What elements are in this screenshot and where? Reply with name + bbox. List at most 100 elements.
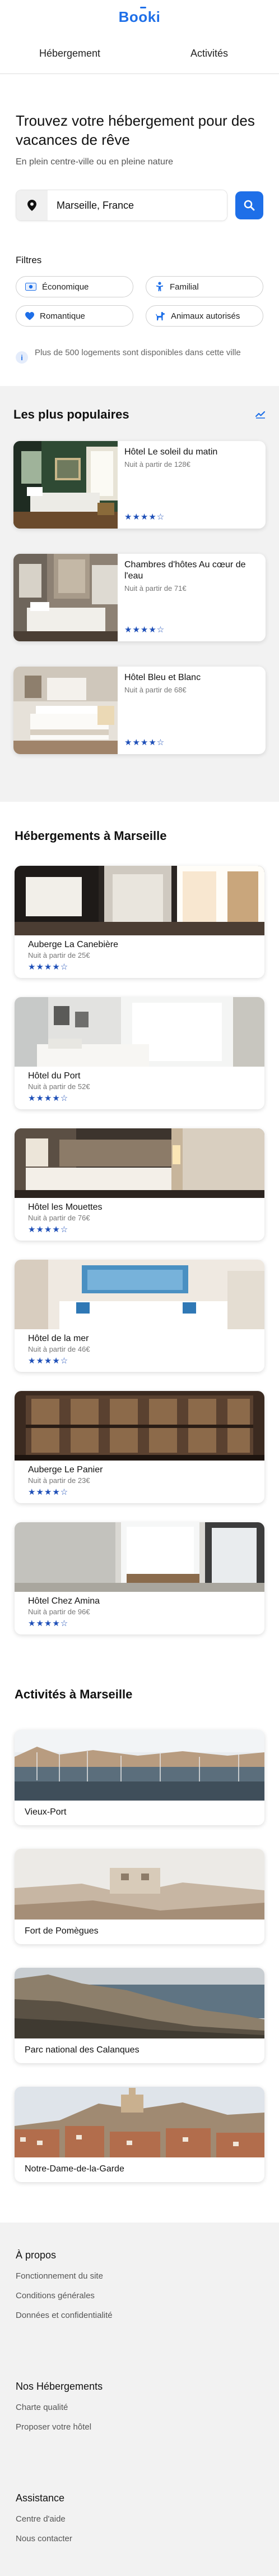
footer-link[interactable]: Données et confidentialité: [16, 2311, 263, 2320]
popular-list: Hôtel Le soleil du matin Nuit à partir d…: [13, 441, 266, 754]
location-pin-icon: [16, 190, 48, 221]
hotel-card[interactable]: Auberge La Canebière Nuit à partir de 25…: [15, 866, 264, 978]
popular-card[interactable]: Chambres d'hôtes Au cœur de l'eau Nuit à…: [13, 554, 266, 641]
tab-activites[interactable]: Activités: [140, 34, 279, 74]
filter-animaux[interactable]: Animaux autorisés: [146, 305, 263, 327]
info-icon: i: [16, 351, 28, 364]
hotel-card[interactable]: Auberge Le Panier Nuit à partir de 23€ ★…: [15, 1391, 264, 1503]
hotel-name: Auberge La Canebière: [28, 940, 119, 949]
filter-label: Animaux autorisés: [171, 311, 240, 321]
activity-photo: [15, 2087, 264, 2157]
search-bar: [16, 190, 263, 221]
hotel-card[interactable]: Hôtel de la mer Nuit à partir de 46€ ★★★…: [15, 1260, 264, 1372]
popular-section: Les plus populaires Hôtel Le soleil du m…: [0, 386, 279, 802]
hotel-price: Nuit à partir de 96€: [28, 1608, 90, 1616]
popular-info: Hôtel Bleu et Blanc Nuit à partir de 68€…: [118, 667, 266, 754]
footer-group-hebergements: Nos Hébergements Charte qualité Proposer…: [16, 2381, 263, 2432]
logo[interactable]: Booki: [119, 6, 161, 26]
activity-photo: [15, 1849, 264, 1920]
logo-bar: Booki: [0, 0, 279, 34]
filter-label: Romantique: [40, 311, 85, 321]
rating-stars: ★★★★☆: [28, 1356, 69, 1366]
activity-name: Fort de Pomègues: [25, 1926, 99, 1936]
hotel-price: Nuit à partir de 23€: [28, 1476, 90, 1485]
hotel-card[interactable]: Hôtel les Mouettes Nuit à partir de 76€ …: [15, 1128, 264, 1241]
info-text: Plus de 500 logements sont disponibles d…: [35, 348, 241, 357]
hotel-photo: [13, 554, 118, 641]
hotel-photo: [15, 1391, 264, 1461]
hotel-photo: [15, 1128, 264, 1198]
footer-link[interactable]: Fonctionnement du site: [16, 2271, 263, 2281]
popular-card[interactable]: Hôtel Le soleil du matin Nuit à partir d…: [13, 441, 266, 529]
hotel-photo: [15, 1522, 264, 1592]
search-section: Trouvez votre hébergement pour des vacan…: [0, 74, 279, 386]
site-footer: À propos Fonctionnement du site Conditio…: [0, 2223, 279, 2576]
search-icon: [244, 200, 255, 211]
hotel-name: Hôtel Bleu et Blanc: [124, 673, 201, 682]
chart-line-icon: [255, 411, 266, 419]
hotel-price: Nuit à partir de 46€: [28, 1345, 90, 1353]
filter-familial[interactable]: Familial: [146, 276, 263, 297]
activity-list: Vieux-Port Fort de Pomègues Parc nationa…: [15, 1730, 264, 2182]
hotel-info: Auberge Le Panier Nuit à partir de 23€ ★…: [15, 1461, 264, 1501]
footer-group-assistance: Assistance Centre d'aide Nous contacter: [16, 2492, 263, 2543]
popular-title: Les plus populaires: [13, 407, 129, 421]
rating-stars: ★★★★☆: [28, 1225, 69, 1234]
hotel-list: Auberge La Canebière Nuit à partir de 25…: [15, 866, 264, 1634]
activity-card[interactable]: Parc national des Calanques: [15, 1968, 264, 2063]
search-box: [16, 190, 227, 221]
activity-card[interactable]: Vieux-Port: [15, 1730, 264, 1825]
footer-link[interactable]: Centre d'aide: [16, 2514, 263, 2524]
footer-link[interactable]: Charte qualité: [16, 2403, 263, 2412]
hotel-name: Hôtel de la mer: [28, 1334, 89, 1343]
activity-photo: [15, 1968, 264, 2038]
filter-romantique[interactable]: Romantique: [16, 305, 133, 327]
footer-link[interactable]: Conditions générales: [16, 2291, 263, 2301]
page-title: Trouvez votre hébergement pour des vacan…: [16, 112, 255, 148]
tab-hebergement[interactable]: Hébergement: [0, 34, 140, 74]
filters: Économique Familial Romantique Animaux a…: [16, 276, 263, 327]
popular-card[interactable]: Hôtel Bleu et Blanc Nuit à partir de 68€…: [13, 667, 266, 754]
activity-card[interactable]: Fort de Pomègues: [15, 1849, 264, 1944]
money-icon: [25, 283, 36, 291]
hotel-name: Hôtel Le soleil du matin: [124, 447, 218, 457]
hotels-section: Hébergements à Marseille Auberge La Cane…: [0, 802, 279, 1670]
activities-title: Activités à Marseille: [15, 1687, 133, 1701]
popular-info: Hôtel Le soleil du matin Nuit à partir d…: [118, 441, 266, 529]
search-input[interactable]: [48, 190, 227, 221]
rating-stars: ★★★★☆: [28, 1619, 69, 1628]
hotel-photo: [13, 667, 118, 754]
heart-icon: [25, 311, 34, 320]
popular-header: Les plus populaires: [13, 407, 266, 422]
footer-link[interactable]: Nous contacter: [16, 2534, 263, 2543]
hotels-title: Hébergements à Marseille: [15, 829, 167, 843]
hotel-price: Nuit à partir de 68€: [124, 686, 187, 694]
search-button[interactable]: [235, 191, 263, 219]
rating-stars: ★★★★☆: [124, 512, 165, 522]
dog-icon: [156, 311, 165, 320]
hotel-photo: [15, 1260, 264, 1329]
hotel-name: Hôtel du Port: [28, 1071, 81, 1081]
rating-stars: ★★★★☆: [124, 625, 165, 635]
hotel-info: Hôtel les Mouettes Nuit à partir de 76€ …: [15, 1198, 264, 1239]
filter-economique[interactable]: Économique: [16, 276, 133, 297]
footer-link[interactable]: Proposer votre hôtel: [16, 2422, 263, 2432]
popular-info: Chambres d'hôtes Au cœur de l'eau Nuit à…: [118, 554, 266, 641]
footer-title: Assistance: [16, 2492, 65, 2504]
activity-name: Parc national des Calanques: [25, 2045, 140, 2055]
hotel-card[interactable]: Hôtel du Port Nuit à partir de 52€ ★★★★☆: [15, 997, 264, 1109]
footer-group-about: À propos Fonctionnement du site Conditio…: [16, 2249, 263, 2320]
activity-card[interactable]: Notre-Dame-de-la-Garde: [15, 2087, 264, 2182]
child-icon: [156, 282, 163, 291]
hotel-price: Nuit à partir de 128€: [124, 460, 190, 469]
hotel-info: Hôtel Chez Amina Nuit à partir de 96€ ★★…: [15, 1592, 264, 1633]
activities-section: Activités à Marseille Vieux-Port Fort de…: [0, 1670, 279, 2223]
activity-name: Vieux-Port: [25, 1807, 67, 1817]
hotel-card[interactable]: Hôtel Chez Amina Nuit à partir de 96€ ★★…: [15, 1522, 264, 1634]
footer-title: Nos Hébergements: [16, 2381, 103, 2392]
hotel-name: Hôtel les Mouettes: [28, 1202, 103, 1212]
hotel-price: Nuit à partir de 71€: [124, 584, 187, 593]
rating-stars: ★★★★☆: [124, 738, 165, 747]
hotel-photo: [15, 997, 264, 1067]
page-subtitle: En plein centre-ville ou en pleine natur…: [16, 157, 174, 167]
